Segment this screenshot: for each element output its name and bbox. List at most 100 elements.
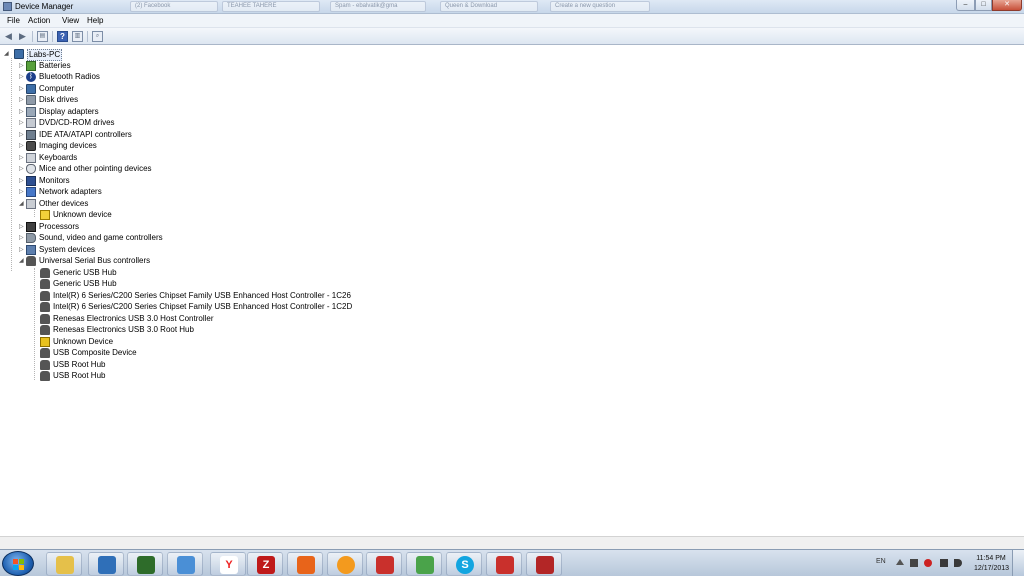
network-status-icon[interactable] (940, 559, 948, 567)
maximize-button[interactable]: □ (975, 0, 992, 11)
tree-device-usb[interactable]: Renesas Electronics USB 3.0 Root Hub (33, 325, 233, 336)
taskbar-firefox[interactable] (327, 552, 363, 576)
taskbar-network[interactable] (167, 552, 203, 576)
menu-view[interactable]: View (62, 16, 79, 25)
menu-file[interactable]: File (7, 16, 20, 25)
office-icon (297, 556, 315, 574)
category-label: Network adapters (39, 187, 102, 196)
expand-arrow-icon[interactable]: ▷ (19, 85, 25, 92)
expand-arrow-icon[interactable]: ▷ (19, 131, 25, 138)
category-label: Processors (39, 221, 80, 231)
mouse-icon (26, 164, 36, 174)
tree-device-usb[interactable]: Generic USB Hub (33, 267, 153, 279)
taskbar-toolbox[interactable] (366, 552, 402, 576)
tree-category-other-devices[interactable]: ◢ Other devices (19, 198, 139, 210)
tree-device-usb[interactable]: Intel(R) 6 Series/C200 Series Chipset Fa… (33, 302, 353, 313)
tree-device-usb-unknown[interactable]: Unknown Device (33, 336, 153, 348)
expand-arrow-icon[interactable]: ▷ (19, 142, 25, 149)
display-adapter-icon (26, 106, 36, 117)
tree-category-bluetooth-radios[interactable]: ▷ ᛒ Bluetooth Radios (19, 72, 139, 83)
expand-arrow-icon[interactable]: ▷ (19, 73, 25, 80)
minimize-button[interactable]: – (956, 0, 975, 11)
expand-arrow-icon[interactable]: ▷ (19, 108, 25, 115)
tree-category-mice[interactable]: ▷ Mice and other pointing devices (19, 164, 179, 175)
usb-icon (40, 359, 50, 370)
volume-icon[interactable] (954, 559, 962, 567)
taskbar-yandex-browser[interactable]: Y (210, 552, 246, 576)
tree-category-sound-video-game[interactable]: ▷ Sound, video and game controllers (19, 233, 189, 244)
tree-connector (11, 58, 12, 271)
tree-category-display-adapters[interactable]: ▷ Display adapters (19, 106, 139, 118)
tree-device-unknown-device[interactable]: Unknown device (33, 210, 153, 221)
usb-icon (40, 371, 50, 381)
taskbar-toolbox-2[interactable] (486, 552, 522, 576)
tree-category-disk-drives[interactable]: ▷ Disk drives (19, 95, 139, 106)
properties-icon[interactable]: ▤ (37, 31, 48, 42)
forward-arrow-icon[interactable]: ▶ (17, 31, 28, 42)
clock-time[interactable]: 11:54 PM (974, 555, 1008, 562)
security-icon[interactable] (924, 559, 932, 567)
expand-arrow-icon[interactable]: ▷ (19, 188, 25, 195)
expand-arrow-icon[interactable]: ▷ (19, 119, 25, 126)
taskbar-office[interactable] (287, 552, 323, 576)
tree-category-batteries[interactable]: ▷ Batteries (19, 60, 139, 72)
expand-arrow-icon[interactable]: ▷ (19, 96, 25, 103)
expand-arrow-icon[interactable]: ▷ (19, 223, 25, 230)
taskbar-image-viewer[interactable] (406, 552, 442, 576)
taskbar-filezilla[interactable]: Z (247, 552, 283, 576)
collapse-arrow-icon[interactable]: ◢ (19, 200, 25, 207)
tree-device-usb[interactable]: USB Composite Device (33, 348, 153, 359)
category-label: Computer (39, 83, 75, 93)
tree-device-usb[interactable]: Renesas Electronics USB 3.0 Host Control… (33, 313, 233, 325)
tree-category-network-adapters[interactable]: ▷ Network adapters (19, 187, 139, 198)
tree-category-ide-controllers[interactable]: ▷ IDE ATA/ATAPI controllers (19, 129, 159, 141)
tree-category-imaging-devices[interactable]: ▷ Imaging devices (19, 141, 139, 152)
tree-category-monitors[interactable]: ▷ Monitors (19, 175, 139, 187)
expand-arrow-icon[interactable]: ▷ (19, 177, 25, 184)
taskbar-presentation[interactable] (526, 552, 562, 576)
collapse-arrow-icon[interactable]: ◢ (19, 257, 25, 264)
show-hide-console-tree-icon[interactable]: ▥ (72, 31, 83, 42)
taskbar-skype[interactable]: S (446, 552, 482, 576)
tree-category-dvd-cd-rom-drives[interactable]: ▷ DVD/CD-ROM drives (19, 118, 139, 129)
tree-device-usb[interactable]: USB Root Hub (33, 371, 153, 382)
expand-arrow-icon[interactable]: ▷ (19, 246, 25, 253)
tree-device-usb[interactable]: Intel(R) 6 Series/C200 Series Chipset Fa… (33, 290, 353, 302)
menu-action[interactable]: Action (28, 16, 50, 25)
monitor-icon (26, 175, 36, 186)
device-label: Renesas Electronics USB 3.0 Root Hub (53, 325, 194, 334)
menu-bar: File Action View Help (0, 14, 1024, 28)
taskbar-media-center[interactable] (127, 552, 163, 576)
action-center-flag-icon[interactable] (910, 559, 918, 567)
language-indicator[interactable]: EN (876, 558, 886, 565)
menu-help[interactable]: Help (87, 16, 103, 25)
expand-arrow-icon[interactable]: ▷ (19, 62, 25, 69)
taskbar-explorer[interactable] (46, 552, 82, 576)
tree-device-usb[interactable]: Generic USB Hub (33, 279, 153, 290)
expand-arrow-icon[interactable]: ▷ (19, 234, 25, 241)
device-label: Renesas Electronics USB 3.0 Host Control… (53, 313, 214, 323)
tree-root[interactable]: ◢ Labs-PC (4, 49, 84, 61)
tree-device-usb[interactable]: USB Root Hub (33, 359, 153, 371)
collapse-arrow-icon[interactable]: ◢ (4, 50, 10, 57)
toolbar-separator (32, 31, 33, 42)
tree-category-system-devices[interactable]: ▷ System devices (19, 244, 139, 256)
start-button[interactable] (2, 551, 34, 576)
tree-category-processors[interactable]: ▷ Processors (19, 221, 139, 233)
clock-date[interactable]: 12/17/2013 (974, 565, 1009, 572)
device-manager-icon (3, 2, 12, 11)
tree-category-usb-controllers[interactable]: ◢ Universal Serial Bus controllers (19, 256, 179, 267)
network-adapter-icon (26, 187, 36, 197)
back-arrow-icon[interactable]: ◀ (3, 31, 14, 42)
tree-category-keyboards[interactable]: ▷ Keyboards (19, 152, 139, 164)
show-hidden-icons-icon[interactable] (896, 559, 904, 565)
close-button[interactable]: ✕ (992, 0, 1022, 11)
tree-category-computer[interactable]: ▷ Computer (19, 83, 139, 95)
show-desktop-button[interactable] (1012, 550, 1024, 576)
scan-hardware-changes-icon[interactable]: ⌕ (92, 31, 103, 42)
help-icon[interactable]: ? (57, 31, 68, 42)
expand-arrow-icon[interactable]: ▷ (19, 165, 25, 172)
taskbar-virtualbox[interactable] (88, 552, 124, 576)
category-label: Disk drives (39, 95, 79, 104)
expand-arrow-icon[interactable]: ▷ (19, 154, 25, 161)
